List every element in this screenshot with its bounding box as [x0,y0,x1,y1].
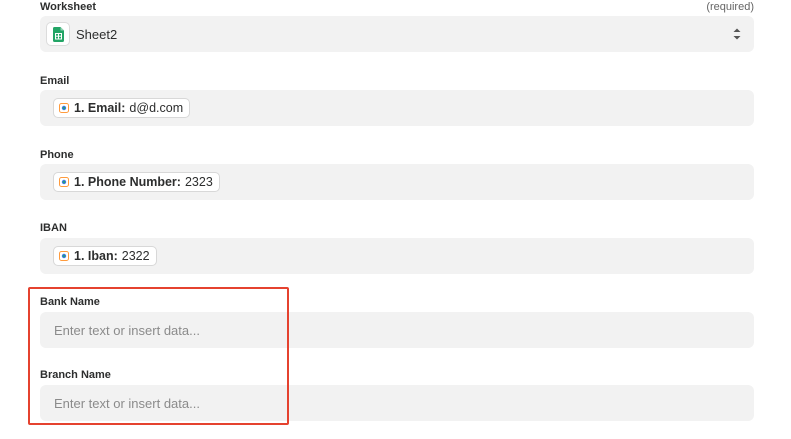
bank-name-label: Bank Name [40,296,100,308]
branch-name-placeholder: Enter text or insert data... [54,395,200,411]
phone-label-row: Phone [40,148,754,162]
worksheet-label-row: Worksheet (required) [40,0,754,14]
phone-pill-value: 2323 [184,175,213,189]
trigger-app-icon [59,103,69,113]
bank-name-label-row: Bank Name [40,295,754,309]
phone-label: Phone [40,149,74,161]
phone-pill-key: 1. Phone Number: [74,175,181,189]
required-indicator: (required) [706,1,754,13]
up-down-chevron-icon[interactable] [732,25,742,43]
trigger-app-icon [59,251,69,261]
email-pill-key: 1. Email: [74,101,126,115]
iban-label: IBAN [40,222,67,234]
email-label: Email [40,75,70,87]
worksheet-label: Worksheet [40,1,97,13]
email-data-pill[interactable]: 1. Email: d@d.com [53,98,191,118]
worksheet-value: Sheet2 [76,26,118,42]
email-pill-value: d@d.com [129,101,184,115]
google-sheets-icon [46,22,70,46]
iban-data-pill[interactable]: 1. Iban: 2322 [53,246,157,266]
email-label-row: Email [40,74,754,88]
bank-name-input[interactable]: Enter text or insert data... [40,312,754,348]
iban-field[interactable]: 1. Iban: 2322 [40,238,754,274]
branch-name-input[interactable]: Enter text or insert data... [40,385,754,421]
email-field[interactable]: 1. Email: d@d.com [40,90,754,126]
branch-name-label: Branch Name [40,369,111,381]
iban-pill-key: 1. Iban: [74,249,118,263]
iban-label-row: IBAN [40,221,754,235]
branch-name-label-row: Branch Name [40,368,754,382]
worksheet-select[interactable]: Sheet2 [40,16,754,52]
iban-pill-value: 2322 [121,249,150,263]
action-form: Worksheet (required) Sheet2 Email 1. Ema… [0,0,791,439]
phone-field[interactable]: 1. Phone Number: 2323 [40,164,754,200]
phone-data-pill[interactable]: 1. Phone Number: 2323 [53,172,220,192]
bank-name-placeholder: Enter text or insert data... [54,322,200,338]
trigger-app-icon [59,177,69,187]
